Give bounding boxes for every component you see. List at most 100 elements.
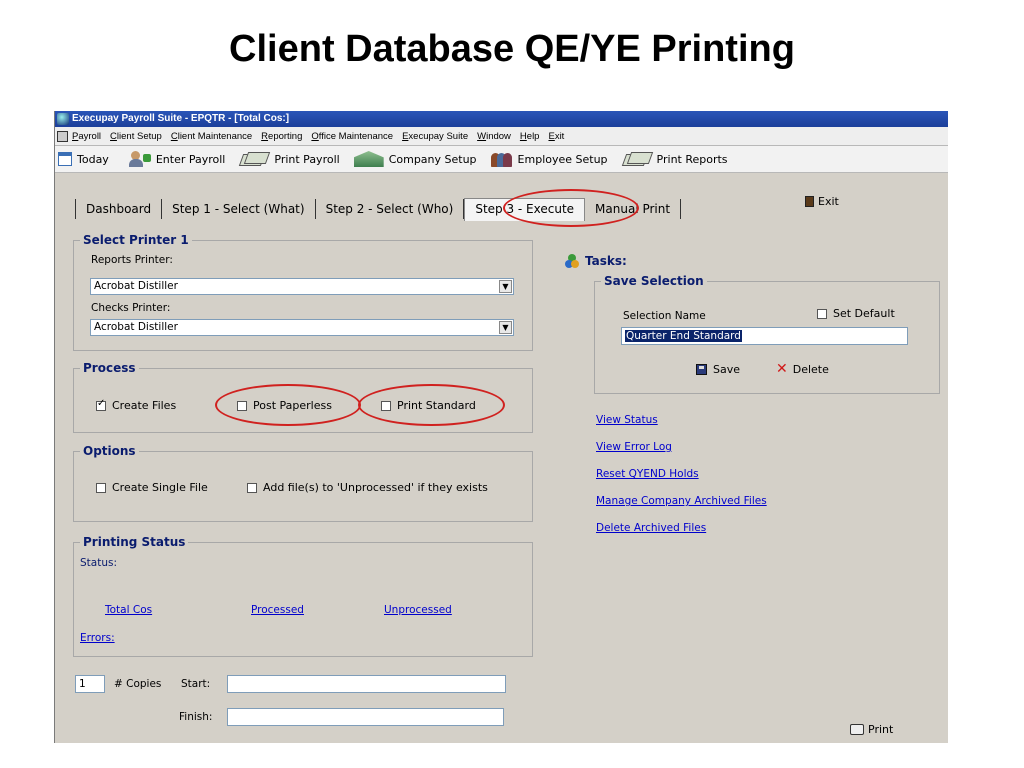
add-files-checkbox[interactable]: Add file(s) to 'Unprocessed' if they exi…: [247, 481, 488, 494]
print-payroll-button[interactable]: Print Payroll: [239, 151, 340, 167]
create-single-file-label: Create Single File: [112, 481, 208, 494]
printing-status-legend: Printing Status: [83, 535, 186, 549]
errors-link[interactable]: Errors:: [80, 632, 115, 644]
app-icon: [57, 113, 69, 125]
chevron-down-icon[interactable]: ▼: [499, 321, 512, 334]
selection-name-label: Selection Name: [623, 310, 706, 322]
print-reports-label: Print Reports: [656, 152, 728, 166]
view-status-link[interactable]: View Status: [596, 414, 658, 426]
reports-printer-value: Acrobat Distiller: [94, 280, 178, 292]
tasks-icon: [565, 254, 579, 268]
money-icon: [239, 151, 271, 167]
toolbar: Today Enter Payroll Print Payroll Compan…: [55, 146, 948, 173]
save-label: Save: [713, 363, 741, 376]
options-legend: Options: [83, 444, 136, 458]
menu-office-maintenance[interactable]: Office Maintenance: [311, 131, 393, 142]
create-single-file-box[interactable]: [96, 482, 106, 493]
checks-printer-value: Acrobat Distiller: [94, 321, 178, 333]
start-input[interactable]: [227, 675, 506, 693]
tab-step-1[interactable]: Step 1 - Select (What): [162, 199, 316, 219]
add-files-box[interactable]: [247, 482, 257, 493]
people-icon: [490, 151, 513, 167]
print-label: Print: [868, 723, 894, 736]
unprocessed-link[interactable]: Unprocessed: [384, 604, 452, 616]
selection-name-input[interactable]: Quarter End Standard: [621, 327, 908, 345]
finish-label: Finish:: [179, 711, 213, 723]
tasks-heading: Tasks:: [565, 254, 627, 268]
tasks-title: Tasks:: [585, 254, 627, 268]
menu-client-maintenance[interactable]: Client Maintenance: [171, 131, 252, 142]
exit-button[interactable]: Exit: [805, 195, 839, 208]
menu-window[interactable]: Window: [477, 131, 511, 142]
create-files-box[interactable]: [96, 398, 106, 411]
set-default-label: Set Default: [833, 307, 895, 320]
print-payroll-label: Print Payroll: [274, 152, 340, 166]
save-selection-legend: Save Selection: [604, 274, 704, 288]
create-files-label: Create Files: [112, 399, 177, 412]
post-paperless-box[interactable]: [237, 400, 247, 411]
checks-printer-select[interactable]: Acrobat Distiller ▼: [90, 319, 514, 336]
menu-help[interactable]: Help: [520, 131, 540, 142]
printer-icon: [850, 724, 864, 735]
reports-printer-select[interactable]: Acrobat Distiller ▼: [90, 278, 514, 295]
printing-status-group: Printing Status: [73, 535, 533, 657]
tab-dashboard[interactable]: Dashboard: [75, 199, 163, 219]
menu-exit[interactable]: Exit: [548, 131, 564, 142]
person-icon: [128, 151, 151, 167]
set-default-checkbox[interactable]: Set Default: [817, 307, 895, 320]
menu-execupay-suite[interactable]: Execupay Suite: [402, 131, 468, 142]
company-setup-label: Company Setup: [388, 152, 477, 166]
today-label: Today: [77, 152, 109, 166]
chevron-down-icon[interactable]: ▼: [499, 280, 512, 293]
delete-button[interactable]: ✕ Delete: [776, 362, 829, 376]
delete-label: Delete: [792, 363, 829, 376]
calendar-icon: [58, 152, 72, 166]
tab-strip: Dashboard Step 1 - Select (What) Step 2 …: [75, 195, 682, 223]
print-button[interactable]: Print: [850, 723, 893, 736]
manage-company-archived-files-link[interactable]: Manage Company Archived Files: [596, 495, 767, 507]
print-standard-box[interactable]: [381, 400, 391, 411]
create-files-checkbox[interactable]: Create Files: [96, 398, 177, 412]
company-setup-button[interactable]: Company Setup: [353, 151, 477, 167]
tab-step-3[interactable]: Step 3 - Execute: [464, 197, 586, 221]
post-paperless-label: Post Paperless: [253, 399, 332, 412]
menu-client-setup[interactable]: Client Setup: [110, 131, 162, 142]
copies-label: # Copies: [114, 678, 162, 690]
menu-bar: Payroll Client Setup Client Maintenance …: [55, 127, 948, 146]
window-titlebar: Execupay Payroll Suite - EPQTR - [Total …: [55, 111, 948, 127]
checks-printer-label: Checks Printer:: [91, 302, 171, 314]
reset-qyend-holds-link[interactable]: Reset QYEND Holds: [596, 468, 699, 480]
print-standard-label: Print Standard: [397, 399, 476, 412]
post-paperless-checkbox[interactable]: Post Paperless: [237, 399, 332, 412]
total-cos-link[interactable]: Total Cos: [105, 604, 152, 616]
window-menu-icon[interactable]: [57, 130, 68, 142]
process-legend: Process: [83, 361, 136, 375]
exit-label: Exit: [818, 195, 839, 208]
finish-input[interactable]: [227, 708, 504, 726]
print-standard-checkbox[interactable]: Print Standard: [381, 399, 476, 412]
app-window: Execupay Payroll Suite - EPQTR - [Total …: [54, 111, 948, 743]
set-default-box[interactable]: [817, 308, 827, 319]
employee-setup-button[interactable]: Employee Setup: [490, 151, 608, 167]
view-error-log-link[interactable]: View Error Log: [596, 441, 672, 453]
menu-payroll[interactable]: Payroll: [72, 131, 101, 142]
print-reports-button[interactable]: Print Reports: [621, 151, 728, 167]
processed-link[interactable]: Processed: [251, 604, 304, 616]
tab-step-2[interactable]: Step 2 - Select (Who): [316, 199, 465, 219]
save-button[interactable]: Save: [696, 363, 740, 376]
enter-payroll-label: Enter Payroll: [155, 152, 226, 166]
select-printer-legend: Select Printer 1: [83, 233, 189, 247]
copies-input[interactable]: 1: [75, 675, 105, 693]
menu-reporting[interactable]: Reporting: [261, 131, 302, 142]
add-files-label: Add file(s) to 'Unprocessed' if they exi…: [263, 481, 488, 494]
tab-manual-print[interactable]: Manual Print: [585, 199, 682, 219]
reports-printer-label: Reports Printer:: [91, 254, 173, 266]
floppy-disk-icon: [696, 364, 707, 375]
window-title: Execupay Payroll Suite - EPQTR - [Total …: [72, 113, 290, 124]
create-single-file-checkbox[interactable]: Create Single File: [96, 481, 208, 494]
door-exit-icon: [805, 196, 814, 207]
delete-archived-files-link[interactable]: Delete Archived Files: [596, 522, 706, 534]
start-label: Start:: [181, 678, 211, 690]
today-button[interactable]: Today: [58, 152, 109, 166]
enter-payroll-button[interactable]: Enter Payroll: [128, 151, 226, 167]
